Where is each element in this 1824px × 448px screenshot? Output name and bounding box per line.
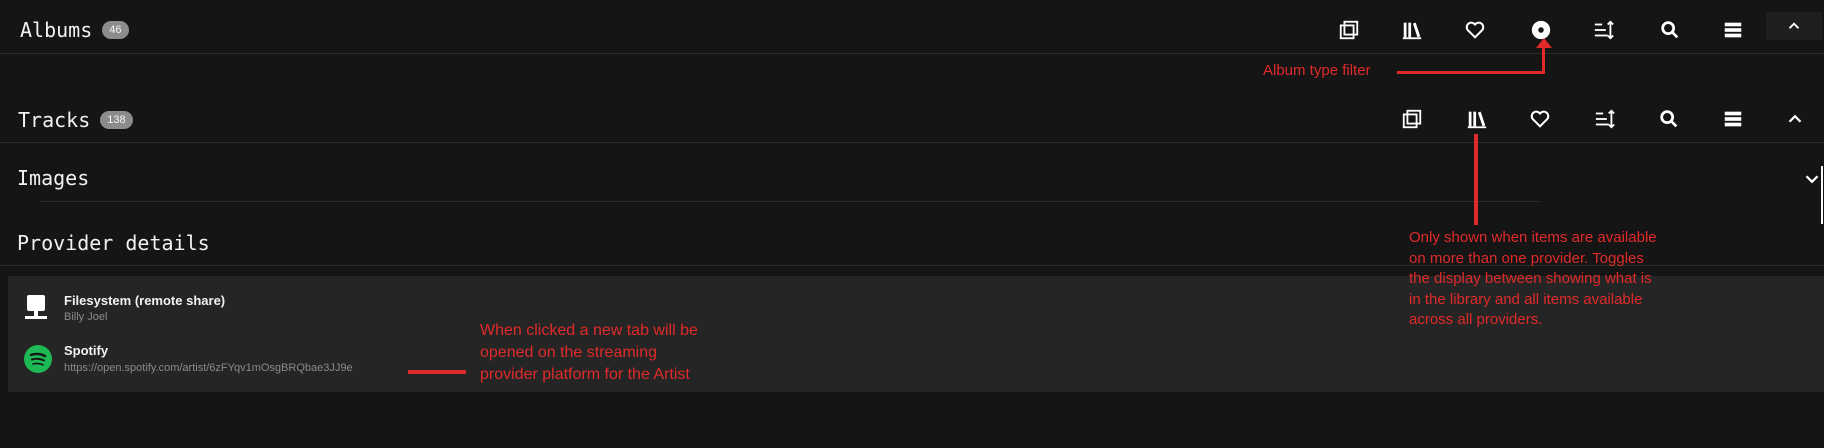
- tracks-header[interactable]: Tracks 138: [18, 92, 133, 148]
- annotation-line-text: the display between showing what is: [1409, 270, 1652, 287]
- tracks-title: Tracks: [18, 108, 91, 132]
- chevron-up-icon: [1788, 114, 1802, 123]
- albums-collapse-button[interactable]: [1766, 12, 1822, 40]
- list-view-icon[interactable]: [1718, 104, 1748, 134]
- sort-icon[interactable]: [1589, 15, 1619, 45]
- library-icon[interactable]: [1397, 15, 1427, 45]
- chevron-down-icon: [1805, 175, 1819, 184]
- images-divider: [40, 201, 1540, 202]
- annotation-line-text: across all providers.: [1409, 311, 1543, 328]
- annotation-line: [1474, 134, 1478, 225]
- images-title: Images: [17, 166, 90, 190]
- provider-name: Filesystem (remote share): [64, 293, 226, 308]
- annotation-line: [408, 370, 466, 374]
- annotation-line: [1397, 71, 1545, 74]
- annotation-line-text: opened on the streaming: [480, 344, 658, 361]
- annotation-provider-toggle: Only shown when items are available on m…: [1409, 228, 1657, 331]
- annotation-line-text: When clicked a new tab will be: [480, 322, 698, 339]
- albums-title: Albums: [20, 18, 93, 42]
- provider-artist: Billy Joel: [64, 311, 108, 323]
- images-header[interactable]: Images: [17, 150, 89, 206]
- annotation-line-text: in the library and all items available: [1409, 290, 1643, 308]
- annotation-line-text: on more than one provider. Toggles: [1409, 249, 1644, 267]
- copy-icon[interactable]: [1397, 104, 1427, 134]
- provider-name[interactable]: Spotify: [64, 343, 108, 358]
- annotation-spotify-link: When clicked a new tab will be opened on…: [480, 320, 698, 386]
- search-icon[interactable]: [1654, 104, 1684, 134]
- annotation-line-text: Only shown when items are available: [1409, 229, 1657, 246]
- tracks-collapse-button[interactable]: [1780, 104, 1810, 134]
- spotify-icon: [24, 345, 52, 373]
- list-view-icon[interactable]: [1718, 15, 1748, 45]
- scrollbar-thumb[interactable]: [1821, 166, 1823, 224]
- heart-icon[interactable]: [1460, 15, 1490, 45]
- annotation-line-text: provider platform for the Artist: [480, 366, 690, 383]
- images-expand-button[interactable]: [1797, 164, 1824, 194]
- server-icon: [24, 294, 48, 322]
- annotation-album-type-filter: Album type filter: [1263, 62, 1371, 79]
- albums-header[interactable]: Albums 46: [20, 2, 129, 58]
- chevron-up-icon: [1788, 22, 1800, 29]
- annotation-arrowhead: [1536, 38, 1552, 48]
- tracks-divider: [0, 142, 1824, 143]
- sort-icon[interactable]: [1590, 104, 1620, 134]
- provider-link[interactable]: https://open.spotify.com/artist/6zFYqv1m…: [64, 362, 353, 374]
- provider-details-title: Provider details: [17, 231, 210, 255]
- search-icon[interactable]: [1655, 15, 1685, 45]
- provider-details-header: Provider details: [17, 215, 210, 271]
- provider-toggle-icon[interactable]: [1462, 104, 1492, 134]
- albums-count-badge: 46: [102, 21, 129, 39]
- tracks-count-badge: 138: [100, 111, 133, 129]
- albums-divider: [0, 53, 1824, 54]
- copy-icon[interactable]: [1334, 15, 1364, 45]
- annotation-line: [1542, 46, 1545, 74]
- heart-icon[interactable]: [1525, 104, 1555, 134]
